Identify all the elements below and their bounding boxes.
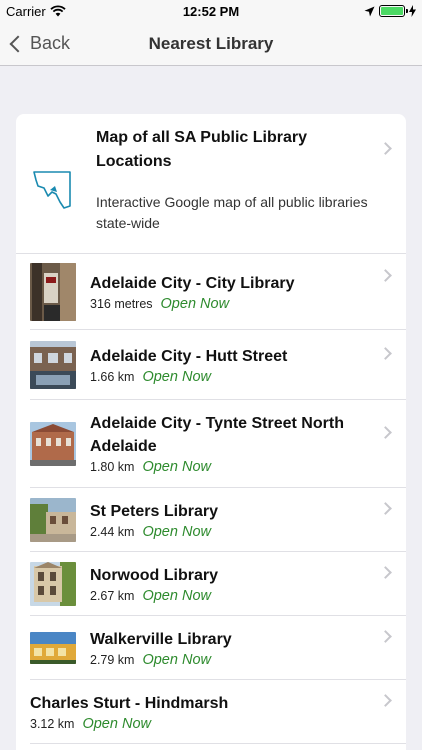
library-meta: 2.44 km Open Now <box>90 524 362 540</box>
library-text: Walkerville Library 2.79 km Open Now <box>90 628 392 668</box>
library-distance: 1.66 km <box>90 369 135 384</box>
library-distance: 2.44 km <box>90 524 135 539</box>
library-name: Walkerville Library <box>90 630 232 648</box>
library-meta: 1.80 km Open Now <box>90 459 362 475</box>
sa-map-outline-icon <box>33 171 71 209</box>
map-item-title: Map of all SA Public Library Locations <box>96 129 307 170</box>
library-open-status: Open Now <box>160 295 230 312</box>
library-open-status: Open Now <box>142 651 211 668</box>
library-photo <box>30 631 76 664</box>
library-row-charles-sturt[interactable]: Charles Sturt - Hindmarsh 3.12 km Open N… <box>30 680 406 744</box>
status-left: Carrier <box>6 4 66 19</box>
carrier-label: Carrier <box>6 3 46 19</box>
library-text: Norwood Library 2.67 km Open Now <box>90 564 392 604</box>
library-open-status: Open Now <box>142 368 211 385</box>
library-name: Charles Sturt - Hindmarsh <box>30 694 229 712</box>
map-item-text: Map of all SA Public Library Locations I… <box>96 126 392 231</box>
library-text: Adelaide City - Hutt Street 1.66 km Open… <box>90 345 392 385</box>
library-row-norwood[interactable]: Norwood Library 2.67 km Open Now <box>30 552 406 616</box>
library-photo <box>30 497 76 542</box>
library-photo <box>30 421 76 466</box>
back-button[interactable]: Back <box>0 33 70 54</box>
back-label: Back <box>30 33 71 53</box>
library-row-walkerville[interactable]: Walkerville Library 2.79 km Open Now <box>30 616 406 680</box>
library-text: Adelaide City - Tynte Street North Adela… <box>90 412 392 475</box>
library-meta: 2.67 km Open Now <box>90 588 362 604</box>
library-name: Adelaide City - City Library <box>90 274 295 292</box>
library-distance: 1.80 km <box>90 460 135 474</box>
library-open-status: Open Now <box>142 587 211 604</box>
library-row-st-peters[interactable]: St Peters Library 2.44 km Open Now <box>30 488 406 552</box>
library-photo <box>30 561 76 606</box>
location-arrow-icon <box>364 6 375 16</box>
library-photo <box>30 262 76 321</box>
library-row-hutt-street[interactable]: Adelaide City - Hutt Street 1.66 km Open… <box>30 330 406 400</box>
library-open-status: Open Now <box>142 523 211 540</box>
library-distance: 316 metres <box>90 296 153 311</box>
library-open-status: Open Now <box>142 459 211 475</box>
library-name: Adelaide City - Hutt Street <box>90 347 288 365</box>
status-bar: Carrier 12:52 PM <box>0 0 422 22</box>
library-open-status: Open Now <box>82 715 151 732</box>
back-chevron-icon <box>9 35 27 52</box>
map-all-libraries-item[interactable]: Map of all SA Public Library Locations I… <box>16 114 406 254</box>
library-meta: 316 metres Open Now <box>90 296 362 312</box>
map-item-description: Interactive Google map of all public lib… <box>96 194 368 231</box>
library-text: St Peters Library 2.44 km Open Now <box>90 500 392 540</box>
library-distance: 3.12 km <box>30 716 75 731</box>
battery-icon <box>379 5 408 17</box>
library-distance: 2.67 km <box>90 588 135 603</box>
library-text: Adelaide City - City Library 316 metres … <box>90 272 392 312</box>
library-photo <box>30 340 76 389</box>
status-right <box>364 5 416 17</box>
library-meta: 1.66 km Open Now <box>90 369 362 385</box>
library-text: Charles Sturt - Hindmarsh 3.12 km Open N… <box>30 692 392 732</box>
library-meta: 3.12 km Open Now <box>30 716 362 732</box>
navigation-bar: Back Nearest Library <box>0 22 422 66</box>
charging-bolt-icon <box>409 5 416 17</box>
library-list-card: Map of all SA Public Library Locations I… <box>16 114 406 750</box>
library-row-city-library[interactable]: Adelaide City - City Library 316 metres … <box>30 254 406 330</box>
library-name: St Peters Library <box>90 502 219 520</box>
library-distance: 2.79 km <box>90 652 135 667</box>
wifi-icon <box>50 5 66 17</box>
library-row-tynte-street[interactable]: Adelaide City - Tynte Street North Adela… <box>30 400 406 488</box>
library-name: Adelaide City - Tynte Street North Adela… <box>90 415 344 455</box>
library-meta: 2.79 km Open Now <box>90 652 362 668</box>
library-name: Norwood Library <box>90 566 219 584</box>
